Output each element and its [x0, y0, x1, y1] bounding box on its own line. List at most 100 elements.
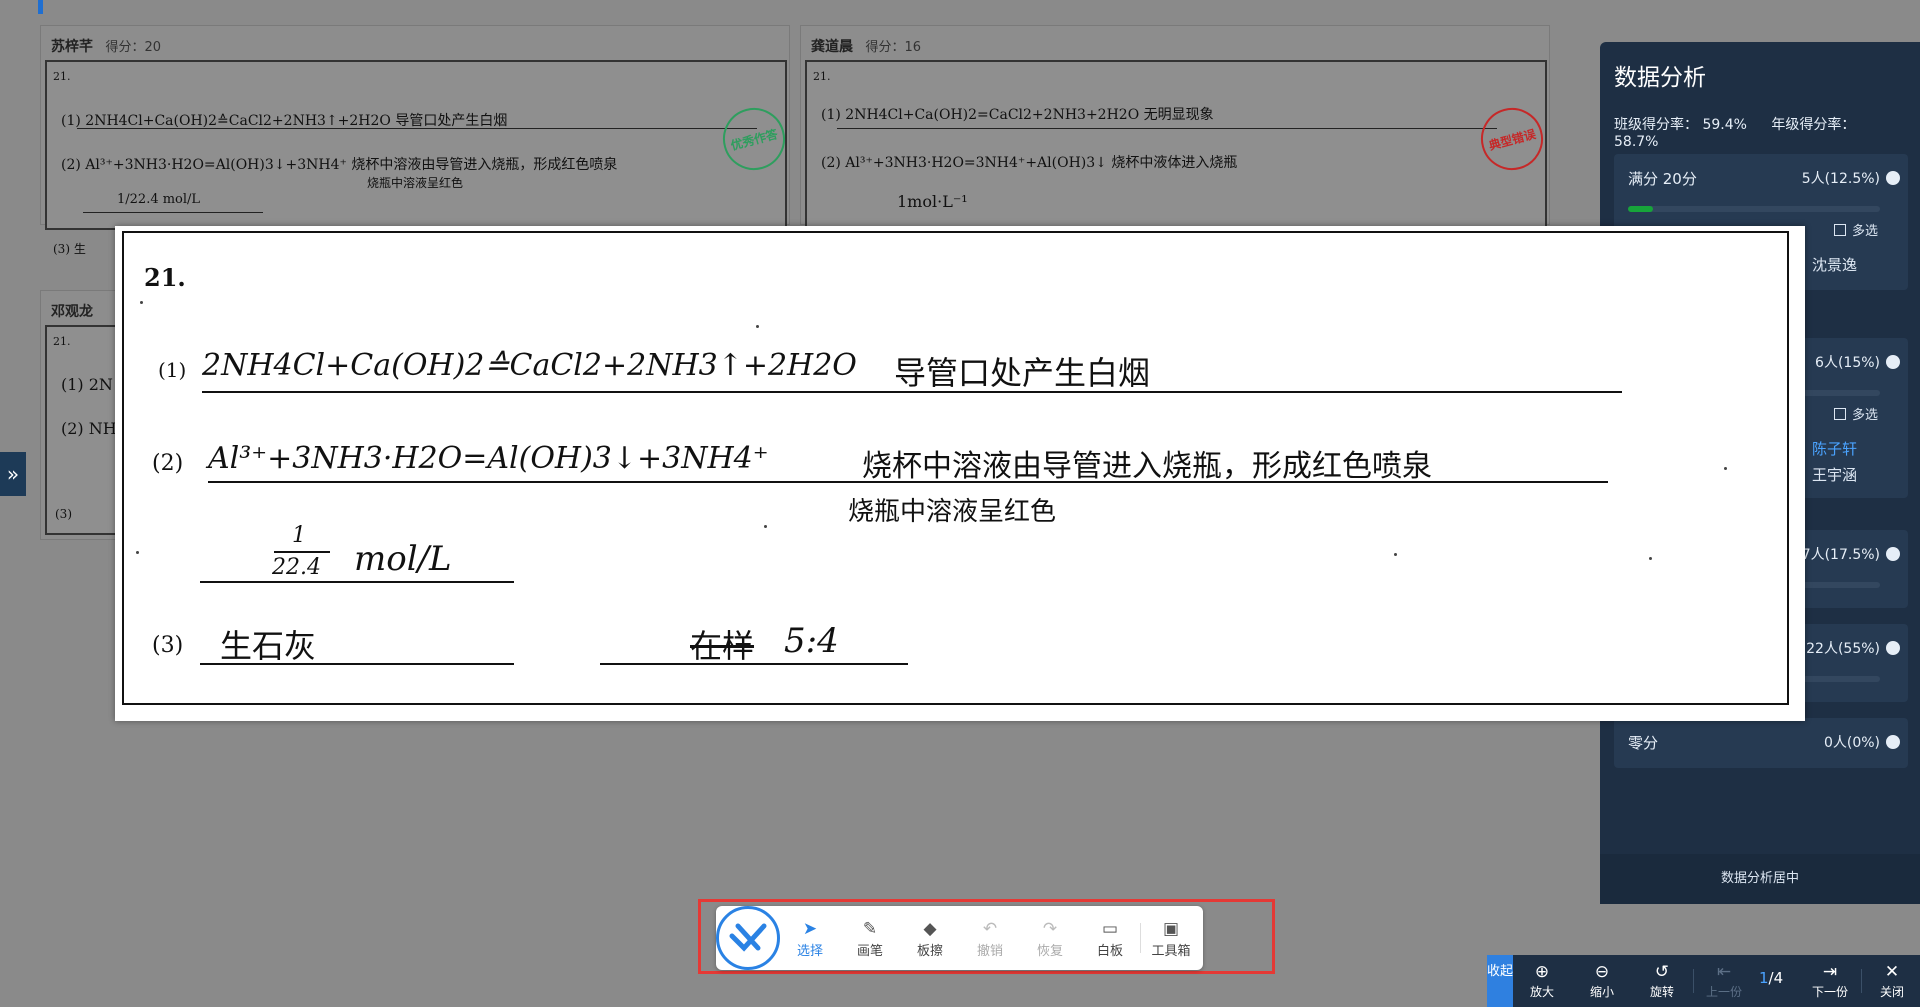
- zoomed-answer-sheet[interactable]: 21. (1) 2NH4Cl+Ca(OH)2≙CaCl2+2NH3↑+2H2O …: [115, 226, 1805, 721]
- app-logo-icon[interactable]: [716, 906, 780, 970]
- fraction-bar: [274, 551, 330, 553]
- zoom-in-button[interactable]: ⊕ 放大: [1517, 961, 1567, 1000]
- answer-handwriting: 导管口处产生白烟: [894, 354, 1151, 392]
- student-score: 得分：20: [105, 40, 161, 55]
- answer-handwriting: 烧瓶中溶液呈红色: [848, 497, 1057, 527]
- part-label: (2): [152, 451, 184, 476]
- redo-icon: ↷: [1042, 918, 1058, 939]
- answer-line: 1mol·L⁻¹: [897, 192, 968, 211]
- student-option[interactable]: 王宇涵: [1812, 464, 1857, 485]
- score-group-count[interactable]: 7人(17.5%): [1802, 544, 1900, 564]
- answer-line: (3): [55, 507, 72, 521]
- student-card[interactable]: 龚道晨 得分：16 21. (1) 2NH4Cl+Ca(OH)2=CaCl2+2…: [800, 25, 1550, 230]
- pen-tool-button[interactable]: ✎ 画笔: [840, 918, 900, 959]
- redo-button[interactable]: ↷ 恢复: [1020, 918, 1080, 959]
- answer-handwriting: 2NH4Cl+Ca(OH)2≙CaCl2+2NH3↑+2H2O: [202, 348, 857, 383]
- previous-button[interactable]: ⇤ 上一份: [1699, 961, 1749, 1000]
- annotation-toolbar: ➤ 选择 ✎ 画笔 ◆ 板擦 ↶ 撤销 ↷ 恢复 ▭ 白板 ▣ 工具箱: [716, 906, 1203, 970]
- answer-handwriting: 生石灰: [220, 627, 317, 665]
- student-option[interactable]: 沈景逸: [1812, 254, 1857, 275]
- part-label: (3): [152, 633, 184, 658]
- cursor-icon: ➤: [802, 918, 818, 939]
- student-card-header: 邓观龙: [51, 301, 93, 321]
- answer-line: (2) Al³⁺+3NH3·H2O=3NH4⁺+Al(OH)3↓ 烧杯中液体进入…: [821, 155, 1238, 171]
- toolbox-icon: ▣: [1162, 918, 1180, 939]
- score-group-label: 满分 20分: [1628, 170, 1697, 188]
- zoom-out-icon: ⊖: [1594, 962, 1610, 982]
- section-marker: [38, 0, 43, 14]
- answer-sheet-thumbnail[interactable]: 21. (1) 2NH4Cl+Ca(OH)2=CaCl2+2NH3+2H2O 无…: [805, 60, 1547, 230]
- eraser-tool-button[interactable]: ◆ 板擦: [900, 918, 960, 959]
- student-card[interactable]: 苏梓芊 得分：20 21. (1) 2NH4Cl+Ca(OH)2≙CaCl2+2…: [40, 25, 792, 256]
- panel-footer[interactable]: 数据分析居中: [1600, 854, 1920, 904]
- answer-handwriting: 烧杯中溶液由导管进入烧瓶，形成红色喷泉: [862, 449, 1432, 484]
- pen-icon: ✎: [862, 918, 878, 939]
- score-group-label: 零分: [1628, 734, 1659, 752]
- answer-handwriting: Al³⁺+3NH3·H2O=Al(OH)3↓+3NH4⁺: [208, 441, 769, 476]
- student-score: 得分：16: [865, 40, 921, 55]
- close-icon: ✕: [1884, 962, 1900, 982]
- expand-icon: [1886, 355, 1900, 369]
- zoom-in-icon: ⊕: [1534, 962, 1550, 982]
- score-rates: 班级得分率： 59.4% 年级得分率： 58.7%: [1614, 114, 1920, 150]
- whiteboard-button[interactable]: ▭ 白板: [1080, 918, 1140, 959]
- answer-line: 1/22.4 mol/L: [117, 192, 201, 207]
- expand-icon: [1886, 735, 1900, 749]
- struck-out-text: 在样: [690, 627, 755, 665]
- student-name: 邓观龙: [51, 304, 93, 320]
- select-tool-button[interactable]: ➤ 选择: [780, 918, 840, 959]
- answer-underline: [202, 391, 1622, 393]
- answer-fraction-numerator: 1: [292, 523, 306, 548]
- score-group-count[interactable]: 5人(12.5%): [1802, 168, 1900, 188]
- expand-icon: [1886, 547, 1900, 561]
- answer-underline: [200, 663, 514, 665]
- multi-select-checkbox[interactable]: 多选: [1833, 404, 1878, 423]
- answer-line: (2) Al³⁺+3NH3·H2O=Al(OH)3↓+3NH4⁺ 烧杯中溶液由导…: [61, 157, 618, 173]
- undo-button[interactable]: ↶ 撤销: [960, 918, 1020, 959]
- expand-icon: [1886, 641, 1900, 655]
- student-card-header: 苏梓芊 得分：20: [51, 36, 161, 56]
- student-option[interactable]: 陈子轩: [1812, 438, 1857, 459]
- class-score-rate: 班级得分率： 59.4%: [1614, 117, 1747, 133]
- question-number: 21.: [813, 70, 831, 83]
- undo-icon: ↶: [982, 918, 998, 939]
- score-group-count[interactable]: 0人(0%): [1824, 732, 1900, 752]
- zoom-out-button[interactable]: ⊖ 缩小: [1577, 961, 1627, 1000]
- answer-underline: [200, 581, 514, 583]
- score-group-count[interactable]: 6人(15%): [1815, 352, 1900, 372]
- answer-line: (2) NH: [61, 419, 117, 438]
- whiteboard-icon: ▭: [1101, 918, 1119, 939]
- answer-line: 烧瓶中溶液呈红色: [367, 176, 464, 190]
- next-button[interactable]: ⇥ 下一份: [1805, 961, 1855, 1000]
- question-number: 21.: [144, 263, 186, 292]
- question-number: 21.: [53, 70, 71, 83]
- answer-line: (1) 2NH4Cl+Ca(OH)2≙CaCl2+2NH3↑+2H2O 导管口处…: [61, 113, 508, 129]
- answer-line: (1) 2N: [61, 375, 113, 394]
- answer-underline: [208, 481, 1608, 483]
- part-label: (1): [158, 358, 187, 382]
- student-name: 苏梓芊: [51, 39, 93, 55]
- toolbox-button[interactable]: ▣ 工具箱: [1141, 918, 1201, 959]
- student-card-header: 龚道晨 得分：16: [811, 36, 921, 56]
- answer-sheet-border: 21. (1) 2NH4Cl+Ca(OH)2≙CaCl2+2NH3↑+2H2O …: [122, 231, 1789, 705]
- rotate-icon: ↺: [1654, 962, 1670, 982]
- next-icon: ⇥: [1822, 962, 1838, 982]
- student-name: 龚道晨: [811, 39, 853, 55]
- expand-left-panel-icon[interactable]: »: [0, 452, 26, 496]
- answer-sheet-thumbnail[interactable]: 21. (1) 2NH4Cl+Ca(OH)2≙CaCl2+2NH3↑+2H2O …: [45, 60, 787, 256]
- expand-icon: [1886, 171, 1900, 185]
- answer-unit: mol/L: [354, 539, 452, 579]
- score-group-count[interactable]: 22人(55%): [1806, 638, 1900, 658]
- answer-handwriting: 5:4: [784, 621, 839, 661]
- multi-select-checkbox[interactable]: 多选: [1833, 220, 1878, 239]
- score-group-bar: [1628, 206, 1880, 212]
- viewer-navbar: 收起 ⊕ 放大 ⊖ 缩小 ↺ 旋转 ⇤ 上一份 1/4 ⇥ 下一份 ✕ 关闭: [1487, 955, 1920, 1007]
- rotate-button[interactable]: ↺ 旋转: [1637, 961, 1687, 1000]
- panel-title: 数据分析: [1614, 65, 1706, 91]
- question-number: 21.: [53, 335, 71, 348]
- collapse-button[interactable]: 收起: [1487, 955, 1513, 1007]
- score-group[interactable]: 零分 0人(0%): [1614, 718, 1908, 768]
- answer-fraction-denominator: 22.4: [272, 555, 321, 580]
- answer-line: (3) 生: [53, 242, 86, 256]
- close-button[interactable]: ✕ 关闭: [1867, 961, 1917, 1000]
